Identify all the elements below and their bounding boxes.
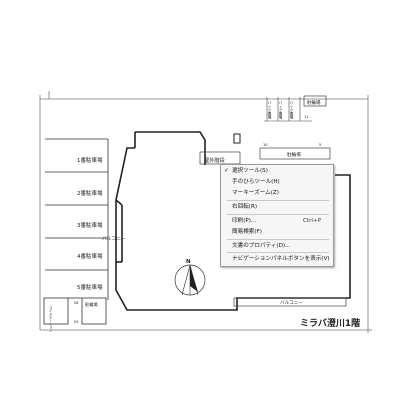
menu-separator bbox=[227, 214, 329, 215]
bicycle-parking-top-label: 駐輪場 bbox=[307, 99, 321, 106]
bike-stand-2: バイク置場 bbox=[278, 101, 283, 120]
menu-item-label: ナビゲーションパネルボタンを表示(V) bbox=[232, 256, 330, 262]
bike-stand-3: バイク置場 bbox=[289, 101, 294, 120]
bicycle-parking-right-label: 駐輪場 bbox=[287, 151, 301, 158]
garbage-station-label: ゴミステーション bbox=[48, 305, 52, 333]
menu-item-print[interactable]: 印刷(P)... Ctrl+P bbox=[221, 216, 333, 226]
bicycle-parking-bottom-label: 駐輪場 bbox=[85, 301, 98, 308]
menu-item-document-properties[interactable]: 文書のプロパティ(D)... bbox=[221, 241, 333, 251]
menu-separator bbox=[227, 252, 329, 253]
bike-stand-1: バイク置場 bbox=[267, 101, 272, 120]
balcony-left-label: バルコニー bbox=[102, 236, 126, 242]
small-fixture bbox=[233, 133, 241, 144]
label-11: 11 bbox=[304, 115, 308, 119]
label-09: 09 bbox=[74, 320, 78, 324]
label-10: 10 bbox=[263, 143, 267, 147]
parking-3-label: 3番駐車場 bbox=[77, 221, 103, 229]
menu-item-label: 右回転(R) bbox=[232, 204, 258, 210]
check-mark-icon: ✓ bbox=[224, 167, 230, 174]
menu-item-label: 文書のプロパティ(D)... bbox=[232, 243, 291, 249]
menu-item-select-tool[interactable]: ✓ 選択ツール(S) bbox=[221, 166, 333, 176]
menu-item-label: 選択ツール(S) bbox=[232, 168, 268, 174]
label-5: 5 bbox=[319, 143, 321, 147]
north-compass-icon bbox=[174, 264, 206, 296]
menu-item-marquee-zoom[interactable]: マーキーズーム(Z) bbox=[221, 188, 333, 198]
menu-item-hand-tool[interactable]: 手のひらツール(H) bbox=[221, 177, 333, 187]
parking-2-label: 2番駐車場 bbox=[77, 189, 103, 197]
menu-item-find[interactable]: 簡易検索(F) bbox=[221, 227, 333, 237]
menu-item-label: 簡易検索(F) bbox=[232, 229, 262, 235]
menu-separator bbox=[227, 200, 329, 201]
floor-plan-drawing: 1番駐車場 2番駐車場 3番駐車場 4番駐車場 5番駐車場 ゴミステーション 駐… bbox=[39, 91, 372, 333]
parking-4-label: 4番駐車場 bbox=[77, 252, 103, 260]
menu-item-label: 手のひらツール(H) bbox=[232, 179, 280, 185]
menu-item-label: マーキーズーム(Z) bbox=[232, 190, 279, 196]
parking-1-label: 1番駐車場 bbox=[77, 156, 103, 164]
outside-stairs-label: 屋外階段 bbox=[204, 156, 225, 164]
floor-title: ミラバ澄川1階 bbox=[300, 317, 360, 329]
north-label: N bbox=[186, 259, 191, 265]
menu-separator bbox=[227, 239, 329, 240]
balcony-bottom-label: バルコニー bbox=[280, 300, 303, 306]
label-08: 08 bbox=[74, 301, 78, 305]
pdf-page-view: 1番駐車場 2番駐車場 3番駐車場 4番駐車場 5番駐車場 ゴミステーション 駐… bbox=[0, 0, 413, 413]
menu-item-rotate-right[interactable]: 右回転(R) bbox=[221, 202, 333, 212]
parking-5-label: 5番駐車場 bbox=[77, 283, 103, 291]
menu-item-shortcut: Ctrl+P bbox=[302, 218, 321, 224]
context-menu: ✓ 選択ツール(S) 手のひらツール(H) マーキーズーム(Z) 右回転(R) … bbox=[220, 164, 334, 267]
menu-item-show-navigation-panel[interactable]: ナビゲーションパネルボタンを表示(V) bbox=[221, 254, 333, 264]
menu-item-label: 印刷(P)... bbox=[232, 218, 257, 224]
